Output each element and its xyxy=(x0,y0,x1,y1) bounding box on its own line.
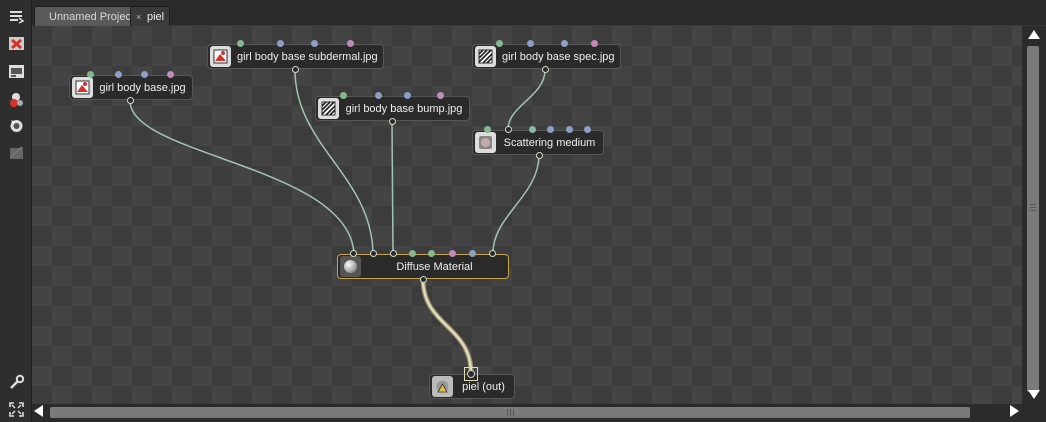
input-pin-connected[interactable] xyxy=(350,250,357,257)
input-pin[interactable] xyxy=(496,40,503,47)
node-graph-canvas[interactable]: girl body base.jpg girl body base subder… xyxy=(32,26,1022,404)
fullscreen-icon[interactable] xyxy=(7,400,26,419)
tab-unnamed-project[interactable]: Unnamed Project xyxy=(34,6,132,26)
input-pin-connected[interactable] xyxy=(370,250,377,257)
input-pin[interactable] xyxy=(527,40,534,47)
unload-icon[interactable] xyxy=(7,34,26,53)
input-pin[interactable] xyxy=(547,126,554,133)
wire-scattering-to-diffuse xyxy=(492,154,540,255)
wire-base-to-diffuse xyxy=(129,100,355,255)
node-label: piel (out) xyxy=(462,380,505,393)
output-pin[interactable] xyxy=(542,66,549,73)
input-pin[interactable] xyxy=(115,71,122,78)
output-pin[interactable] xyxy=(536,152,543,159)
tab-strip: Unnamed Project × piel xyxy=(32,0,1046,26)
image-texture-icon xyxy=(210,46,231,67)
input-pin[interactable] xyxy=(277,40,284,47)
greyscale-texture-icon xyxy=(475,46,496,67)
input-pin[interactable] xyxy=(404,92,411,99)
input-pin[interactable] xyxy=(591,40,598,47)
medium-icon xyxy=(475,132,496,153)
input-pin[interactable] xyxy=(428,250,435,257)
node-label: girl body base.jpg xyxy=(99,81,186,94)
wrench-icon[interactable] xyxy=(7,373,26,392)
tab-piel[interactable]: × piel xyxy=(130,6,170,26)
scroll-right-arrow-icon[interactable] xyxy=(1010,405,1019,417)
input-pin[interactable] xyxy=(409,250,416,257)
input-pin[interactable] xyxy=(375,92,382,99)
node-label: Scattering medium xyxy=(503,136,596,149)
load-icon[interactable] xyxy=(7,6,26,25)
output-pin[interactable] xyxy=(420,276,427,283)
input-pin-connected[interactable] xyxy=(489,250,496,257)
input-pin[interactable] xyxy=(87,71,94,78)
vertical-scrollbar[interactable] xyxy=(1022,26,1046,404)
input-pin[interactable] xyxy=(237,40,244,47)
input-pin[interactable] xyxy=(469,250,476,257)
input-pin[interactable] xyxy=(311,40,318,47)
wire-spec-to-scattering xyxy=(507,69,546,130)
input-pin[interactable] xyxy=(566,126,573,133)
input-pin[interactable] xyxy=(584,126,591,133)
vertical-scroll-thumb[interactable] xyxy=(1027,46,1039,392)
tab-piel-label: piel xyxy=(147,11,165,23)
material-sphere-icon xyxy=(340,256,361,277)
horizontal-scrollbar[interactable] xyxy=(32,404,1022,422)
scroll-up-arrow-icon[interactable] xyxy=(1028,30,1040,39)
input-pin[interactable] xyxy=(484,126,491,133)
material-output-icon xyxy=(432,376,453,397)
render-target-icon[interactable] xyxy=(7,62,26,81)
materials-icon[interactable] xyxy=(7,90,26,109)
node-label: girl body base subdermal.jpg xyxy=(237,50,378,63)
input-pin[interactable] xyxy=(167,71,174,78)
input-pin[interactable] xyxy=(437,92,444,99)
environment-icon[interactable] xyxy=(7,116,26,135)
input-pin[interactable] xyxy=(529,126,536,133)
scroll-down-arrow-icon[interactable] xyxy=(1028,390,1040,399)
scroll-left-arrow-icon[interactable] xyxy=(34,405,43,417)
node-label: girl body base bump.jpg xyxy=(345,102,463,115)
input-pin-connected[interactable] xyxy=(390,250,397,257)
left-toolbar xyxy=(0,0,32,422)
node-label: Diffuse Material xyxy=(396,260,473,273)
wire-bump-to-diffuse xyxy=(391,121,394,255)
image-texture-icon xyxy=(72,77,93,98)
node-label: girl body base spec.jpg xyxy=(502,50,615,63)
input-pin[interactable] xyxy=(141,71,148,78)
greyscale-texture-icon xyxy=(318,98,339,119)
close-tab-icon[interactable]: × xyxy=(136,7,141,27)
settings-disabled-icon xyxy=(7,143,26,162)
output-pin[interactable] xyxy=(389,118,396,125)
output-pin[interactable] xyxy=(292,66,299,73)
input-pin-connected[interactable] xyxy=(467,370,475,378)
output-pin[interactable] xyxy=(127,97,134,104)
input-pin[interactable] xyxy=(340,92,347,99)
input-pin[interactable] xyxy=(449,250,456,257)
input-pin[interactable] xyxy=(561,40,568,47)
input-pin-connected[interactable] xyxy=(505,126,512,133)
input-pin[interactable] xyxy=(347,40,354,47)
